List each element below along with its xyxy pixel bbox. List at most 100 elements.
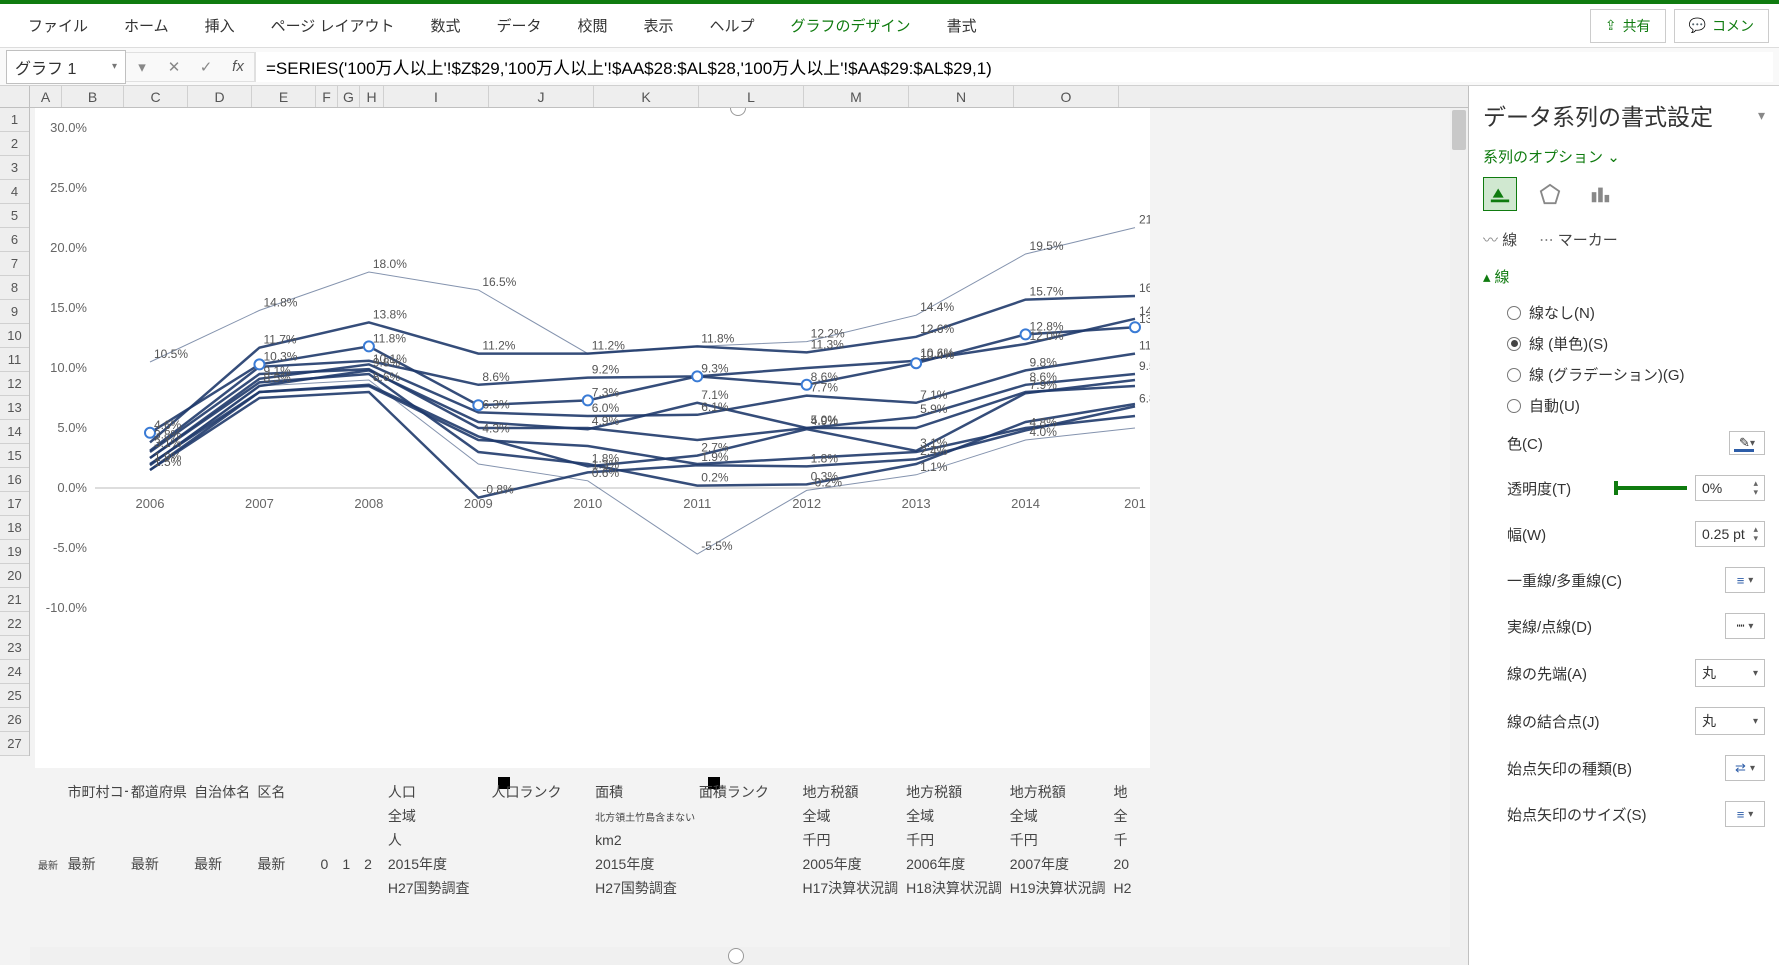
tab-line[interactable]: 〰 線 — [1483, 229, 1517, 250]
cell[interactable]: 全域 — [799, 806, 903, 826]
cell[interactable]: 面積ランク — [696, 782, 800, 802]
cell[interactable]: H19決算状況調 — [1007, 878, 1111, 898]
row-header-7[interactable]: 7 — [0, 252, 29, 276]
ribbon-tab-3[interactable]: ページ レイアウト — [253, 5, 413, 46]
row-header-17[interactable]: 17 — [0, 492, 29, 516]
cell[interactable]: 地 — [1110, 782, 1150, 802]
cell[interactable]: 地方税額 — [903, 782, 1007, 802]
line-section-header[interactable]: ▴ 線 — [1483, 266, 1765, 287]
column-header-O[interactable]: O — [1014, 86, 1119, 107]
column-header-M[interactable]: M — [804, 86, 909, 107]
cap-type-dropdown[interactable]: 丸 ▾ — [1695, 659, 1765, 687]
cell[interactable]: 千円 — [799, 830, 903, 850]
cell[interactable]: 自治体名 — [191, 782, 254, 802]
fill-line-icon[interactable] — [1483, 177, 1517, 211]
cell[interactable]: 地方税額 — [1007, 782, 1111, 802]
column-header-D[interactable]: D — [188, 86, 252, 107]
join-type-dropdown[interactable]: 丸 ▾ — [1695, 707, 1765, 735]
row-header-27[interactable]: 27 — [0, 732, 29, 756]
row-header-25[interactable]: 25 — [0, 684, 29, 708]
row-header-15[interactable]: 15 — [0, 444, 29, 468]
radio-solid-line[interactable]: 線 (単色)(S) — [1483, 328, 1765, 359]
row-header-16[interactable]: 16 — [0, 468, 29, 492]
cell[interactable]: H27国勢調査 — [385, 878, 489, 898]
ribbon-tab-7[interactable]: 表示 — [626, 5, 692, 46]
fx-button[interactable]: fx — [222, 58, 254, 75]
row-header-26[interactable]: 26 — [0, 708, 29, 732]
cell[interactable]: 最新 — [254, 854, 317, 874]
cell[interactable]: 最新 — [191, 854, 254, 874]
select-all-corner[interactable] — [0, 86, 30, 107]
column-header-E[interactable]: E — [252, 86, 316, 107]
cell[interactable]: 2015年度 — [385, 854, 489, 874]
column-header-L[interactable]: L — [699, 86, 804, 107]
column-header-G[interactable]: G — [338, 86, 360, 107]
row-header-3[interactable]: 3 — [0, 156, 29, 180]
row-header-11[interactable]: 11 — [0, 348, 29, 372]
cell[interactable]: 市町村コード — [65, 782, 128, 802]
row-header-24[interactable]: 24 — [0, 660, 29, 684]
row-header-10[interactable]: 10 — [0, 324, 29, 348]
transparency-slider[interactable] — [1617, 486, 1687, 490]
series-options-icon[interactable] — [1583, 177, 1617, 211]
horizontal-scrollbar[interactable] — [30, 947, 1468, 965]
color-picker-button[interactable]: ✎ ▾ — [1729, 431, 1765, 455]
row-header-18[interactable]: 18 — [0, 516, 29, 540]
cell[interactable]: 2006年度 — [903, 854, 1007, 874]
name-box[interactable]: グラフ 1 ▾ — [6, 50, 126, 84]
vertical-scrollbar[interactable] — [1450, 108, 1468, 947]
column-header-K[interactable]: K — [594, 86, 699, 107]
cell[interactable]: 区名 — [254, 782, 317, 802]
begin-arrow-type-button[interactable]: ⇄ ▾ — [1725, 755, 1765, 781]
ribbon-tab-1[interactable]: ホーム — [106, 5, 187, 46]
confirm-formula-button[interactable]: ✓ — [190, 58, 222, 76]
cell[interactable]: 全 — [1110, 806, 1150, 826]
ribbon-tab-0[interactable]: ファイル — [10, 5, 106, 46]
cell[interactable]: H17決算状況調 — [799, 878, 903, 898]
radio-no-line[interactable]: 線なし(N) — [1483, 297, 1765, 328]
cell[interactable]: 千円 — [903, 830, 1007, 850]
ribbon-tab-9[interactable]: グラフのデザイン — [773, 5, 929, 46]
dash-type-button[interactable]: ┉ ▾ — [1725, 613, 1765, 639]
row-header-4[interactable]: 4 — [0, 180, 29, 204]
width-input[interactable]: 0.25 pt ▴▾ — [1695, 521, 1765, 547]
cell[interactable]: 2007年度 — [1007, 854, 1111, 874]
cell[interactable]: 面積 — [592, 782, 696, 802]
column-header-N[interactable]: N — [909, 86, 1014, 107]
row-header-22[interactable]: 22 — [0, 612, 29, 636]
cell[interactable]: 全域 — [385, 806, 489, 826]
vertical-scrollbar-thumb[interactable] — [1452, 110, 1466, 150]
cell[interactable]: 最新 — [128, 854, 191, 874]
column-header-H[interactable]: H — [360, 86, 384, 107]
chevron-down-icon[interactable]: ▾ — [1758, 107, 1765, 124]
row-header-21[interactable]: 21 — [0, 588, 29, 612]
begin-arrow-size-button[interactable]: ≡ ▾ — [1725, 801, 1765, 827]
cell[interactable]: 20 — [1110, 856, 1150, 872]
cell[interactable]: 人口ランク — [489, 782, 593, 802]
formula-input[interactable] — [255, 52, 1773, 82]
cell[interactable]: 全域 — [1007, 806, 1111, 826]
column-header-B[interactable]: B — [62, 86, 124, 107]
cell[interactable]: 千 — [1110, 830, 1150, 850]
column-header-A[interactable]: A — [30, 86, 62, 107]
transparency-input[interactable]: 0% ▴▾ — [1695, 475, 1765, 501]
column-header-I[interactable]: I — [384, 86, 489, 107]
row-header-1[interactable]: 1 — [0, 108, 29, 132]
row-header-19[interactable]: 19 — [0, 540, 29, 564]
row-header-8[interactable]: 8 — [0, 276, 29, 300]
cancel-formula-button[interactable]: ✕ — [158, 58, 190, 76]
comment-button[interactable]: 💬 コメン — [1674, 9, 1769, 43]
column-header-C[interactable]: C — [124, 86, 188, 107]
cell[interactable]: 全域 — [903, 806, 1007, 826]
cell[interactable]: km2 — [592, 832, 696, 848]
cell[interactable]: H27国勢調査 — [592, 878, 696, 898]
effects-icon[interactable] — [1533, 177, 1567, 211]
cell[interactable]: 地方税額 — [799, 782, 903, 802]
ribbon-tab-4[interactable]: 数式 — [412, 5, 478, 46]
series-options-dropdown[interactable]: 系列のオプション ⌄ — [1483, 146, 1765, 167]
horizontal-split-handle[interactable] — [728, 948, 744, 964]
cell[interactable]: H18決算状況調 — [903, 878, 1007, 898]
row-header-23[interactable]: 23 — [0, 636, 29, 660]
row-header-5[interactable]: 5 — [0, 204, 29, 228]
cell[interactable]: 0 — [318, 856, 340, 872]
